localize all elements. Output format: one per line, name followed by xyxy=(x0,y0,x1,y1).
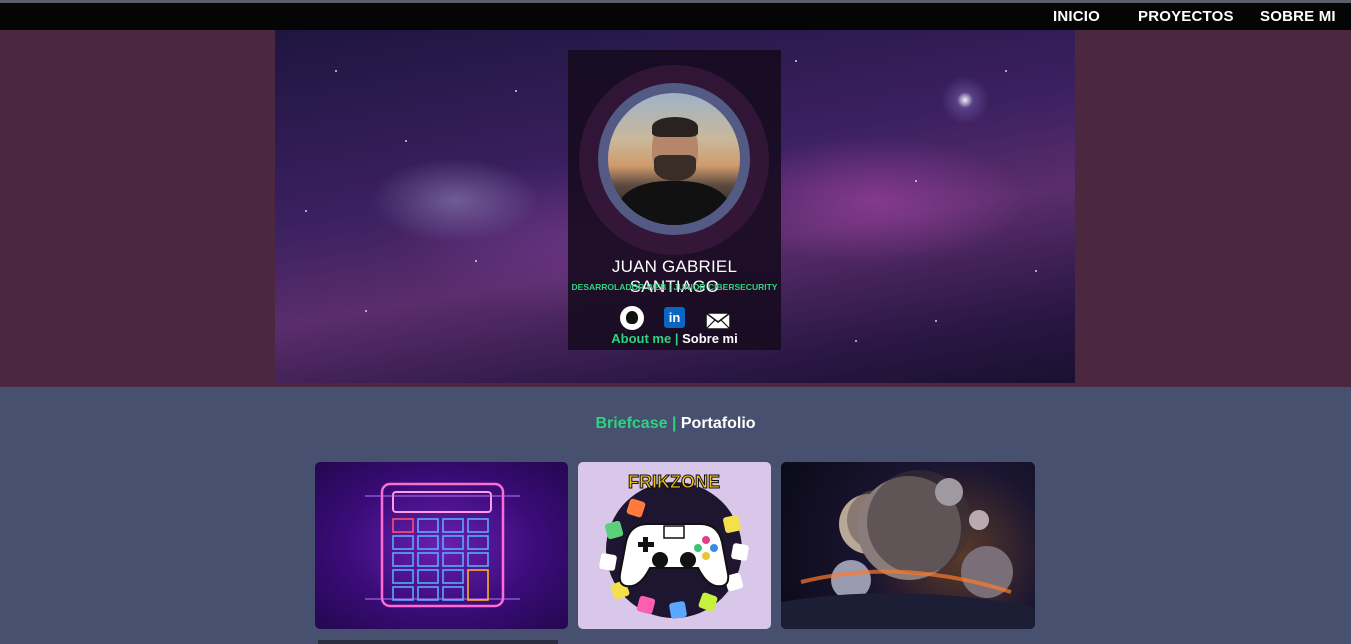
nav-sobre-mi[interactable]: SOBRE MI xyxy=(1260,8,1336,25)
portfolio-title: Briefcase | Portafolio xyxy=(0,415,1351,433)
about-me-link[interactable]: About me | Sobre mi xyxy=(568,331,781,346)
frikzone-logo-text: FRIKZONE xyxy=(628,472,720,492)
portfolio-title-es: Portafolio xyxy=(680,415,756,432)
frikzone-logo-image: FRIKZONE xyxy=(599,472,749,619)
about-me-es: Sobre mi xyxy=(682,331,738,346)
linkedin-icon[interactable]: in xyxy=(664,307,685,328)
space-planets-image xyxy=(781,470,1035,629)
project-calculator-card[interactable] xyxy=(315,462,568,629)
profile-avatar xyxy=(608,93,740,225)
next-row-preview xyxy=(318,640,558,644)
top-navbar: INICIO PROYECTOS SOBRE MI xyxy=(0,3,1351,30)
calculator-image xyxy=(365,482,520,608)
galaxy-background-image: JUAN GABRIEL SANTIAGO DESARROLADOR WEB |… xyxy=(275,30,1075,383)
portfolio-title-en: Briefcase | xyxy=(595,415,677,432)
project-space-card[interactable] xyxy=(781,462,1035,629)
hero-section: JUAN GABRIEL SANTIAGO DESARROLADOR WEB |… xyxy=(0,30,1351,387)
project-frikzone-card[interactable]: FRIKZONE xyxy=(578,462,771,629)
github-icon[interactable] xyxy=(620,306,644,330)
mail-icon[interactable] xyxy=(705,312,731,330)
nav-proyectos[interactable]: PROYECTOS xyxy=(1138,8,1234,25)
profile-card: JUAN GABRIEL SANTIAGO DESARROLADOR WEB |… xyxy=(568,50,781,350)
profile-role: DESARROLADOR WEB | JUNIOR CIBERSECURITY xyxy=(571,282,778,292)
nav-inicio[interactable]: INICIO xyxy=(1053,8,1100,25)
about-me-en: About me | xyxy=(611,331,679,346)
